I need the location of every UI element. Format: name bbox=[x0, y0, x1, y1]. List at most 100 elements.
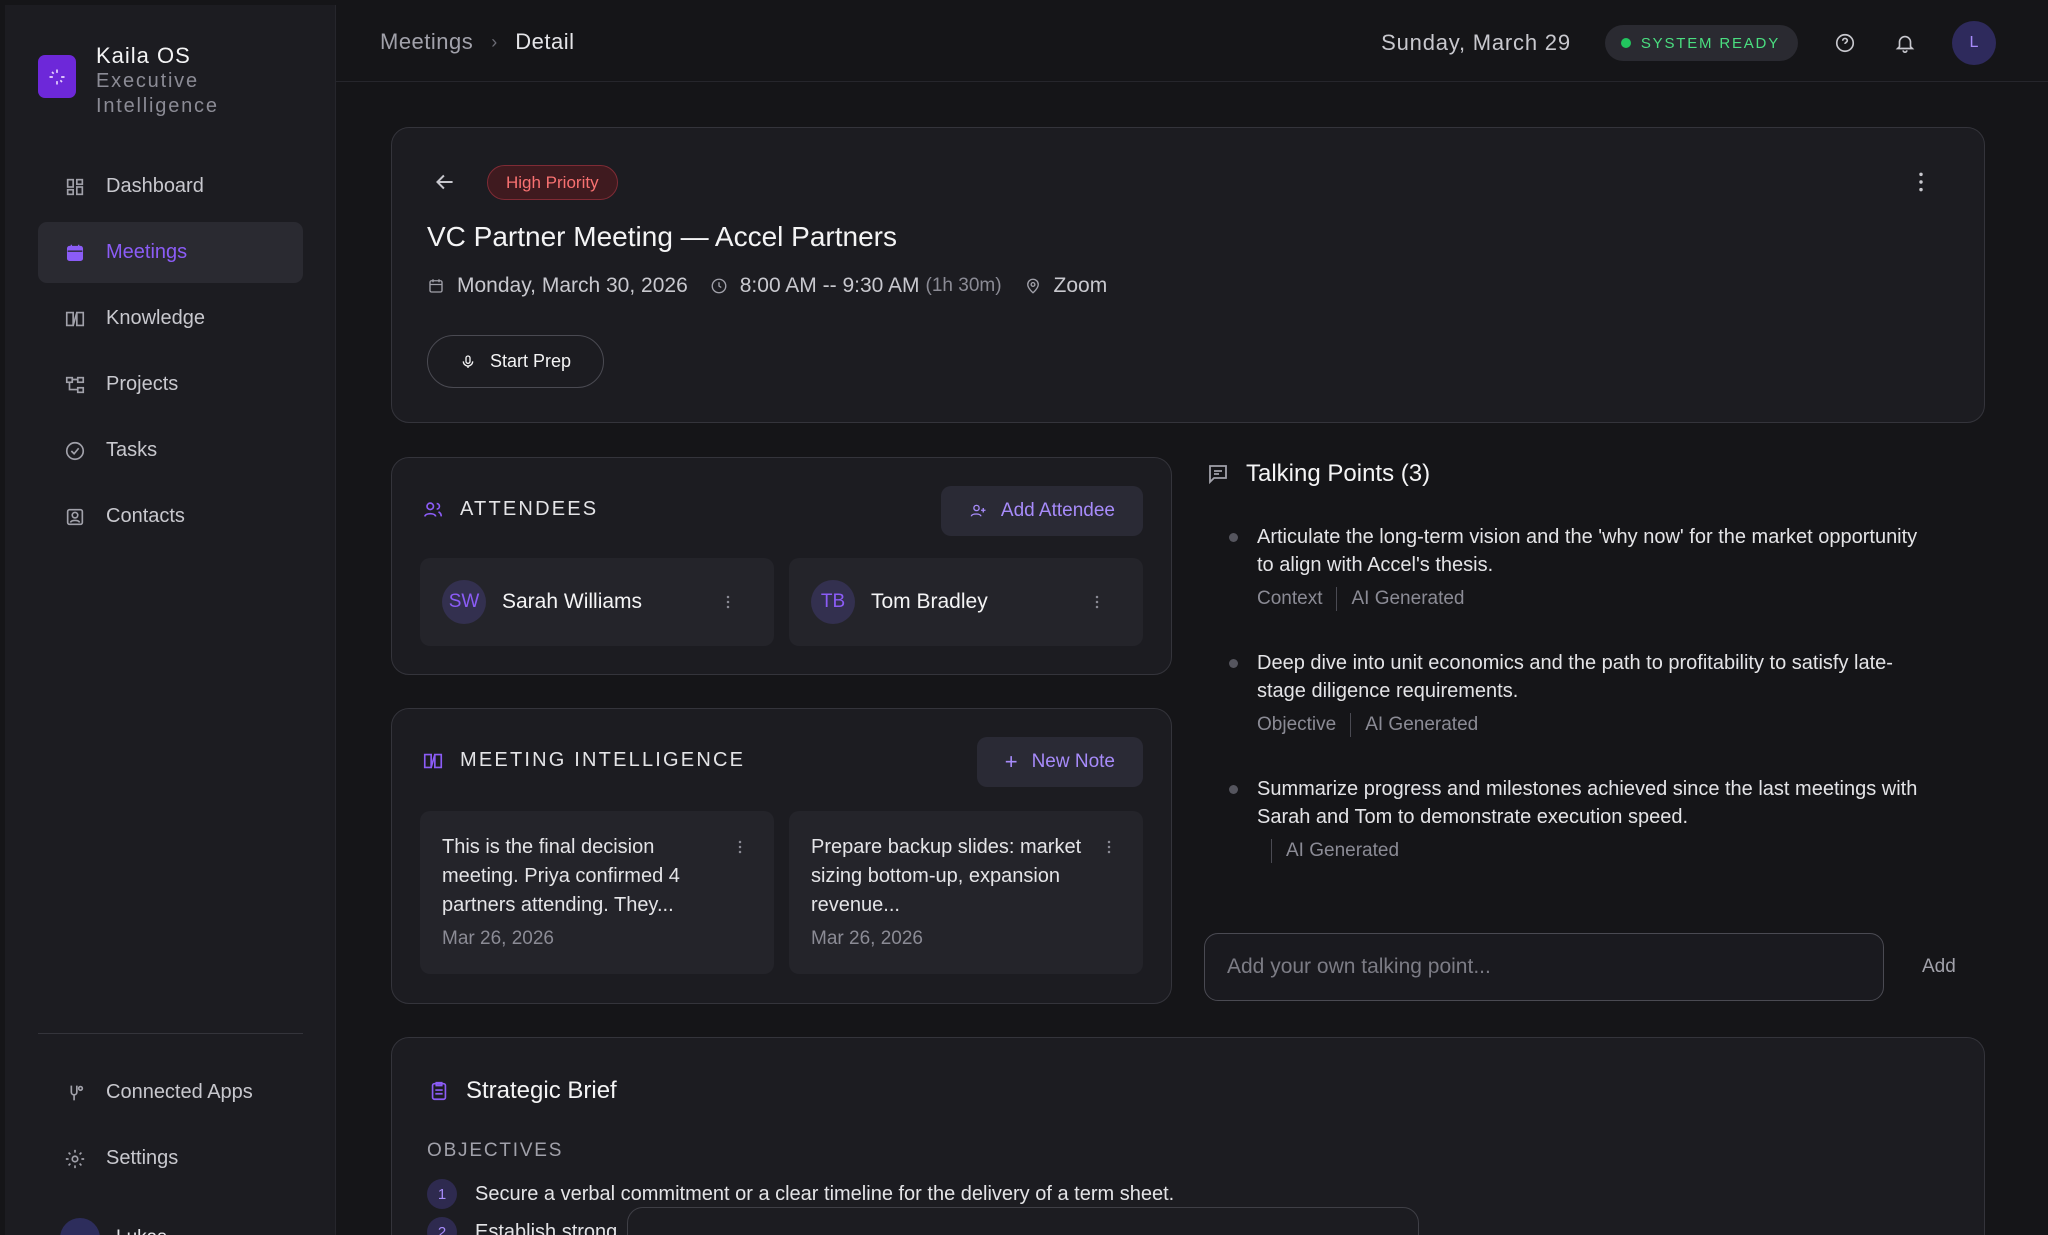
user-name: Lukas bbox=[116, 1227, 167, 1235]
more-vertical-icon[interactable] bbox=[718, 590, 738, 614]
talking-point-text: Summarize progress and milestones achiev… bbox=[1257, 778, 1918, 828]
apps-icon bbox=[70, 1085, 84, 1100]
attendees-card: ATTENDEES Add Attendee SW Sarah Williams… bbox=[391, 457, 1172, 675]
avatar: SW bbox=[442, 580, 486, 624]
attendee-name: Tom Bradley bbox=[871, 590, 988, 613]
talking-point-input[interactable] bbox=[1204, 933, 1884, 1001]
sidebar-item-knowledge[interactable]: Knowledge bbox=[38, 288, 303, 349]
divider bbox=[1271, 839, 1272, 863]
meeting-date: Monday, March 30, 2026 bbox=[457, 274, 688, 297]
new-note-label: New Note bbox=[1031, 751, 1115, 772]
talking-point-tag: Context bbox=[1257, 588, 1323, 609]
check-circle-icon bbox=[65, 441, 85, 460]
meeting-duration: (1h 30m) bbox=[925, 275, 1002, 296]
book-icon bbox=[423, 753, 443, 768]
objective-text: Establish strong bbox=[475, 1220, 618, 1235]
note-card[interactable]: Prepare backup slides: market sizing bot… bbox=[789, 811, 1143, 974]
add-talking-point-button[interactable]: Add bbox=[1922, 956, 1956, 978]
talking-points-header: Talking Points (3) bbox=[1206, 460, 1430, 488]
user-profile[interactable]: Lukas bbox=[60, 1218, 167, 1235]
talking-point-text: Deep dive into unit economics and the pa… bbox=[1257, 652, 1893, 702]
back-arrow-icon[interactable] bbox=[432, 169, 458, 195]
microphone-icon bbox=[462, 354, 474, 368]
current-date: Sunday, March 29 bbox=[1381, 30, 1571, 55]
sidebar-item-label: Connected Apps bbox=[106, 1081, 253, 1103]
attendee-card[interactable]: TB Tom Bradley bbox=[789, 558, 1143, 646]
bottom-nav: Connected Apps Settings bbox=[38, 1062, 303, 1194]
list-item[interactable]: Articulate the long-term vision and the … bbox=[1228, 523, 1928, 611]
add-attendee-button[interactable]: Add Attendee bbox=[940, 486, 1143, 536]
talking-point-tag: Objective bbox=[1257, 714, 1337, 735]
gear-icon bbox=[65, 1149, 85, 1168]
talking-point-text: Articulate the long-term vision and the … bbox=[1257, 526, 1918, 576]
objective-number: 1 bbox=[427, 1179, 457, 1209]
talking-point-source: AI Generated bbox=[1365, 714, 1479, 735]
list-item[interactable]: Deep dive into unit economics and the pa… bbox=[1228, 649, 1928, 737]
talking-point-source: AI Generated bbox=[1351, 588, 1465, 609]
sidebar-item-tasks[interactable]: Tasks bbox=[38, 420, 303, 481]
floating-command-bar[interactable] bbox=[627, 1207, 1419, 1235]
list-item[interactable]: Summarize progress and milestones achiev… bbox=[1228, 775, 1928, 863]
brand-subtitle: Executive bbox=[96, 70, 199, 92]
note-text: This is the final decision meeting. Priy… bbox=[442, 836, 680, 916]
divider bbox=[1336, 587, 1338, 611]
location-pin-icon bbox=[1026, 278, 1039, 294]
help-icon[interactable] bbox=[1832, 30, 1858, 56]
status-dot-icon bbox=[1620, 38, 1631, 48]
book-icon bbox=[65, 311, 85, 326]
new-note-button[interactable]: + New Note bbox=[976, 737, 1143, 787]
note-text: Prepare backup slides: market sizing bot… bbox=[811, 836, 1082, 916]
more-vertical-icon[interactable] bbox=[1099, 835, 1119, 859]
clipboard-icon bbox=[431, 1081, 447, 1101]
strategic-brief-card: Strategic Brief OBJECTIVES 1 Secure a ve… bbox=[391, 1037, 1985, 1235]
sidebar-item-meetings[interactable]: Meetings bbox=[38, 222, 303, 283]
brand[interactable]: Kaila OS Executive Intelligence bbox=[38, 43, 219, 119]
plus-icon: + bbox=[1004, 749, 1018, 774]
main-nav: Dashboard Meetings Knowledge Projects Ta… bbox=[38, 156, 303, 552]
chevron-right-icon: › bbox=[491, 31, 498, 52]
objective-text: Secure a verbal commitment or a clear ti… bbox=[475, 1182, 1175, 1205]
sidebar-item-projects[interactable]: Projects bbox=[38, 354, 303, 415]
brief-title: Strategic Brief bbox=[466, 1077, 617, 1104]
list-item: 1 Secure a verbal commitment or a clear … bbox=[427, 1179, 1174, 1209]
breadcrumb-meetings[interactable]: Meetings bbox=[380, 29, 473, 55]
sidebar-item-label: Contacts bbox=[106, 505, 185, 527]
more-vertical-icon[interactable] bbox=[1908, 169, 1934, 195]
dashboard-icon bbox=[66, 178, 84, 195]
divider bbox=[1350, 713, 1352, 737]
brand-name: Kaila OS bbox=[96, 43, 191, 68]
message-icon bbox=[1209, 465, 1227, 485]
avatar: TB bbox=[811, 580, 855, 624]
sidebar-item-contacts[interactable]: Contacts bbox=[38, 486, 303, 547]
sidebar-item-label: Knowledge bbox=[106, 307, 205, 329]
add-attendee-label: Add Attendee bbox=[1000, 500, 1115, 521]
priority-badge: High Priority bbox=[487, 165, 618, 200]
sidebar-divider bbox=[38, 1033, 303, 1034]
sidebar-item-label: Settings bbox=[106, 1147, 179, 1169]
breadcrumb: Meetings › Detail bbox=[380, 29, 575, 55]
users-icon bbox=[423, 501, 443, 517]
bell-icon[interactable] bbox=[1892, 30, 1918, 56]
brand-subtitle-2: Intelligence bbox=[96, 95, 219, 117]
calendar-icon bbox=[429, 279, 443, 293]
sidebar-item-label: Projects bbox=[106, 373, 179, 395]
avatar bbox=[60, 1218, 100, 1235]
sidebar-item-dashboard[interactable]: Dashboard bbox=[38, 156, 303, 217]
sidebar-item-label: Tasks bbox=[106, 439, 158, 461]
sidebar-item-settings[interactable]: Settings bbox=[38, 1128, 303, 1189]
meeting-intelligence-card: MEETING INTELLIGENCE + New Note This is … bbox=[391, 708, 1172, 1004]
attendee-card[interactable]: SW Sarah Williams bbox=[420, 558, 774, 646]
meeting-header-card: High Priority VC Partner Meeting — Accel… bbox=[391, 127, 1985, 423]
sparkle-icon bbox=[38, 55, 76, 98]
start-prep-button[interactable]: Start Prep bbox=[427, 335, 604, 388]
more-vertical-icon[interactable] bbox=[730, 835, 750, 859]
sidebar-item-connected-apps[interactable]: Connected Apps bbox=[38, 1062, 303, 1123]
more-vertical-icon[interactable] bbox=[1087, 590, 1107, 614]
talking-points-title: Talking Points (3) bbox=[1246, 460, 1431, 487]
start-prep-label: Start Prep bbox=[489, 351, 572, 371]
user-plus-icon bbox=[970, 504, 986, 517]
meeting-time: 8:00 AM -- 9:30 AM bbox=[739, 274, 920, 297]
avatar[interactable]: L bbox=[1952, 21, 1996, 65]
status-text: SYSTEM READY bbox=[1640, 34, 1780, 52]
note-card[interactable]: This is the final decision meeting. Priy… bbox=[420, 811, 774, 974]
